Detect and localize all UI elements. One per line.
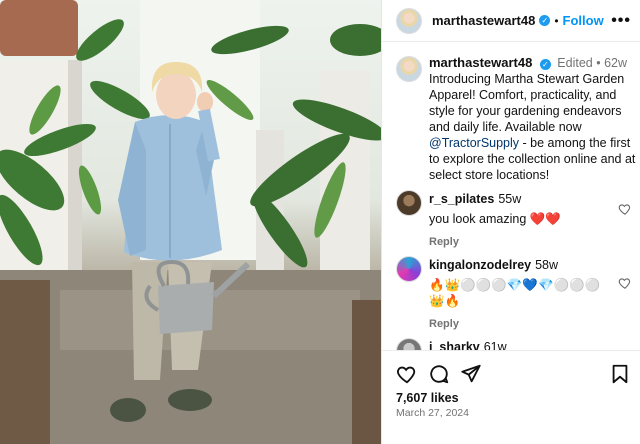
like-count[interactable]: 7,607 likes <box>396 391 459 405</box>
verified-icon: ✓ <box>539 15 551 26</box>
comment-text: you look amazing ❤️❤️ <box>429 212 561 226</box>
comment-username[interactable]: kingalonzodelrey <box>429 258 531 272</box>
verified-icon: ✓ <box>539 59 551 70</box>
commenter-avatar[interactable] <box>396 256 422 282</box>
comment-text: 🔥👑⚪⚪⚪💎💙💎⚪⚪⚪ 👑🔥 <box>429 278 601 308</box>
comment-item: r_s_pilates 55w you look amazing ❤️❤️ Rep… <box>396 190 636 248</box>
header-separator: • <box>554 13 559 28</box>
caption-age: 62w <box>604 56 628 70</box>
comment-icon[interactable] <box>428 363 450 385</box>
header-username[interactable]: marthastewart48 <box>432 13 535 28</box>
more-icon[interactable]: ••• <box>611 12 631 30</box>
follow-button[interactable]: Follow <box>563 13 604 28</box>
bookmark-icon[interactable] <box>609 363 631 385</box>
share-icon[interactable] <box>460 363 482 385</box>
post-date: March 27, 2024 <box>396 407 469 419</box>
caption-avatar[interactable] <box>396 56 422 82</box>
comment-age: 55w <box>498 192 522 206</box>
comment-item: kingalonzodelrey 58w 🔥👑⚪⚪⚪💎💙💎⚪⚪⚪ 👑🔥 Reply <box>396 256 636 330</box>
garden-photo-illustration <box>0 0 381 444</box>
action-bar: 7,607 likes March 27, 2024 <box>382 350 640 444</box>
heart-icon[interactable] <box>396 363 418 385</box>
reply-button[interactable]: Reply <box>429 318 619 330</box>
caption: marthastewart48 ✓ Edited • 62w Introduci… <box>396 56 636 183</box>
post-header: marthastewart48 ✓ • Follow ••• <box>382 0 640 42</box>
avatar[interactable] <box>396 7 422 34</box>
mention-link[interactable]: @TractorSupply <box>429 136 519 150</box>
post-sidebar: marthastewart48 ✓ • Follow ••• marthaste… <box>381 0 640 444</box>
commenter-avatar[interactable] <box>396 190 422 216</box>
reply-button[interactable]: Reply <box>429 236 619 248</box>
caption-text-part: Introducing Martha Stewart Garden Appare… <box>429 72 625 134</box>
caption-separator: • <box>596 56 601 70</box>
edited-label: Edited <box>557 56 593 70</box>
post-photo[interactable] <box>0 0 381 444</box>
heart-icon[interactable] <box>618 276 632 290</box>
caption-username[interactable]: marthastewart48 <box>429 55 532 70</box>
comment-age: 58w <box>535 258 559 272</box>
comment-username[interactable]: r_s_pilates <box>429 192 494 206</box>
caption-text: Introducing Martha Stewart Garden Appare… <box>429 71 636 183</box>
heart-icon[interactable] <box>618 202 632 216</box>
